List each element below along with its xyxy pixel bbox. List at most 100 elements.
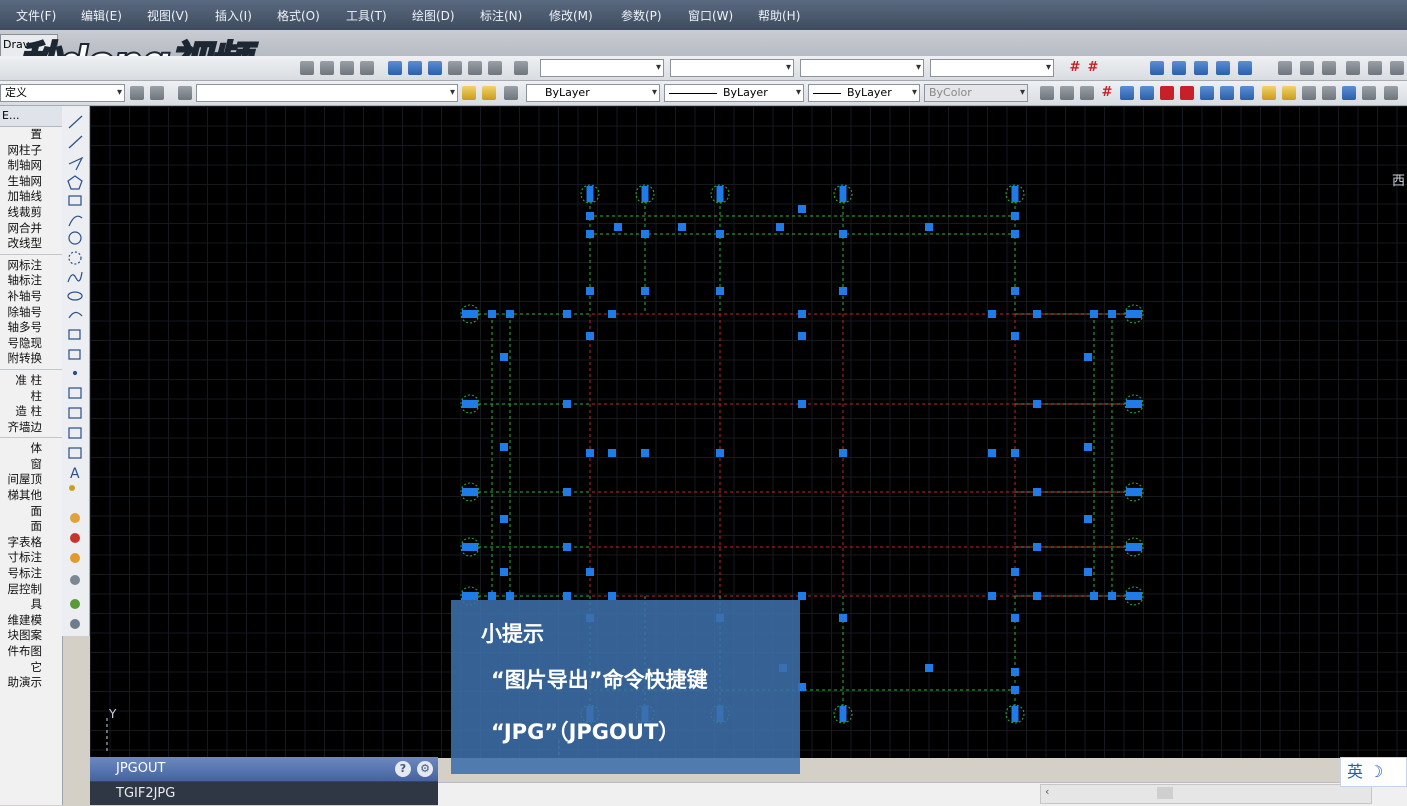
- menu-edit[interactable]: 编辑(E): [81, 7, 122, 24]
- side-menu-item[interactable]: 网标注: [0, 258, 62, 274]
- menu-view[interactable]: 视图(V): [147, 7, 189, 24]
- column[interactable]: [563, 488, 571, 496]
- side-menu-item[interactable]: 维建模: [0, 613, 62, 629]
- tch-draw-6-icon[interactable]: [70, 619, 80, 629]
- side-menu-item[interactable]: 号隐现: [0, 336, 62, 352]
- side-menu-item[interactable]: 轴标注: [0, 273, 62, 289]
- text-icon[interactable]: [1278, 61, 1292, 75]
- column[interactable]: [1108, 310, 1116, 318]
- column[interactable]: [798, 205, 806, 213]
- spline-tool-icon[interactable]: [67, 271, 83, 283]
- side-menu-item[interactable]: 补轴号: [0, 289, 62, 305]
- region-tool-icon[interactable]: [68, 427, 82, 439]
- zoom-previous-icon[interactable]: [360, 61, 374, 75]
- column[interactable]: [506, 592, 514, 600]
- column[interactable]: [798, 332, 806, 340]
- help-icon[interactable]: [514, 61, 528, 75]
- table-style-combo[interactable]: ▾: [800, 59, 924, 77]
- column[interactable]: [500, 353, 508, 361]
- column[interactable]: [488, 310, 496, 318]
- help-icon[interactable]: ?: [395, 761, 411, 777]
- column[interactable]: [716, 186, 724, 202]
- column[interactable]: [500, 568, 508, 576]
- side-menu-item[interactable]: 梯其他: [0, 488, 62, 504]
- tch-draw-2-icon[interactable]: [70, 533, 80, 543]
- column[interactable]: [563, 592, 571, 600]
- color-combo[interactable]: ByLayer ▾: [526, 84, 660, 102]
- calculator-icon[interactable]: [488, 61, 502, 75]
- menu-format[interactable]: 格式(O): [277, 7, 320, 24]
- dim-chain-icon[interactable]: [1368, 61, 1382, 75]
- axis-icon[interactable]: #: [1086, 61, 1100, 75]
- column[interactable]: [563, 310, 571, 318]
- tch-tool-15-icon[interactable]: [1322, 86, 1336, 100]
- tch-tool-14-icon[interactable]: [1302, 86, 1316, 100]
- tch-grid-icon[interactable]: #: [1100, 86, 1114, 100]
- column[interactable]: [1011, 449, 1019, 457]
- tch-tool-8-icon[interactable]: [1180, 86, 1194, 100]
- column[interactable]: [1084, 568, 1092, 576]
- column[interactable]: [488, 592, 496, 600]
- side-menu-item[interactable]: 它: [0, 660, 62, 676]
- tch-draw-1-icon[interactable]: [70, 513, 80, 523]
- side-menu-item[interactable]: 柱: [0, 389, 62, 405]
- side-menu-item[interactable]: 窗: [0, 457, 62, 473]
- workspace-combo[interactable]: 定义 ▾: [0, 84, 125, 102]
- column[interactable]: [1033, 310, 1041, 318]
- side-menu-item[interactable]: 具: [0, 597, 62, 613]
- menu-draw[interactable]: 绘图(D): [412, 7, 455, 24]
- layer-manager-icon[interactable]: [150, 86, 164, 100]
- text-style-combo[interactable]: ▾: [540, 59, 664, 77]
- side-menu-item[interactable]: 置: [0, 127, 62, 143]
- side-menu-item[interactable]: 生轴网: [0, 174, 62, 190]
- add-selected-tool-icon[interactable]: [69, 485, 75, 491]
- hatch-icon[interactable]: [1322, 61, 1336, 75]
- column[interactable]: [1011, 230, 1019, 238]
- side-menu-item[interactable]: 号标注: [0, 566, 62, 582]
- revcloud-tool-icon[interactable]: [68, 251, 82, 265]
- side-menu-item[interactable]: 造 柱: [0, 404, 62, 420]
- side-menu-item[interactable]: 助演示: [0, 675, 62, 691]
- column[interactable]: [1011, 706, 1019, 722]
- column[interactable]: [839, 287, 847, 295]
- layer-state-icon[interactable]: [178, 86, 192, 100]
- grid-icon[interactable]: #: [1068, 61, 1082, 75]
- side-menu-item[interactable]: 准 柱: [0, 373, 62, 389]
- column[interactable]: [500, 515, 508, 523]
- arc-tool-icon[interactable]: [68, 215, 83, 227]
- dim-angle-icon[interactable]: [1390, 61, 1404, 75]
- lineweight-combo[interactable]: ByLayer ▾: [808, 84, 920, 102]
- column[interactable]: [839, 186, 847, 202]
- menu-tools[interactable]: 工具(T): [346, 7, 387, 24]
- column[interactable]: [1011, 668, 1019, 676]
- tch-tool-17-icon[interactable]: [1362, 86, 1376, 100]
- column[interactable]: [1084, 353, 1092, 361]
- column[interactable]: [1011, 287, 1019, 295]
- column[interactable]: [798, 310, 806, 318]
- menu-parameters[interactable]: 参数(P): [621, 7, 662, 24]
- hatch-tool-icon[interactable]: [68, 387, 82, 399]
- column[interactable]: [462, 543, 478, 551]
- ime-indicator[interactable]: 英 ☽: [1340, 757, 1407, 787]
- column[interactable]: [608, 592, 616, 600]
- side-menu-item[interactable]: 网柱子: [0, 143, 62, 159]
- column[interactable]: [839, 706, 847, 722]
- rectangle-tool-icon[interactable]: [68, 195, 82, 206]
- side-menu-item[interactable]: 轴多号: [0, 320, 62, 336]
- pan-icon[interactable]: [300, 61, 314, 75]
- design-center-icon[interactable]: [408, 61, 422, 75]
- window-icon[interactable]: [1238, 61, 1252, 75]
- column[interactable]: [500, 443, 508, 451]
- tch-tool-3-icon[interactable]: [1080, 86, 1094, 100]
- tch-tool-2-icon[interactable]: [1060, 86, 1074, 100]
- properties-icon[interactable]: [388, 61, 402, 75]
- side-menu-item[interactable]: 网合并: [0, 221, 62, 237]
- column[interactable]: [586, 212, 594, 220]
- menu-insert[interactable]: 插入(I): [215, 7, 252, 24]
- gradient-tool-icon[interactable]: [68, 407, 82, 419]
- column[interactable]: [586, 230, 594, 238]
- zoom-realtime-icon[interactable]: [320, 61, 334, 75]
- column[interactable]: [1011, 212, 1019, 220]
- tch-tool-18-icon[interactable]: [1384, 86, 1398, 100]
- scroll-thumb[interactable]: [1157, 787, 1173, 799]
